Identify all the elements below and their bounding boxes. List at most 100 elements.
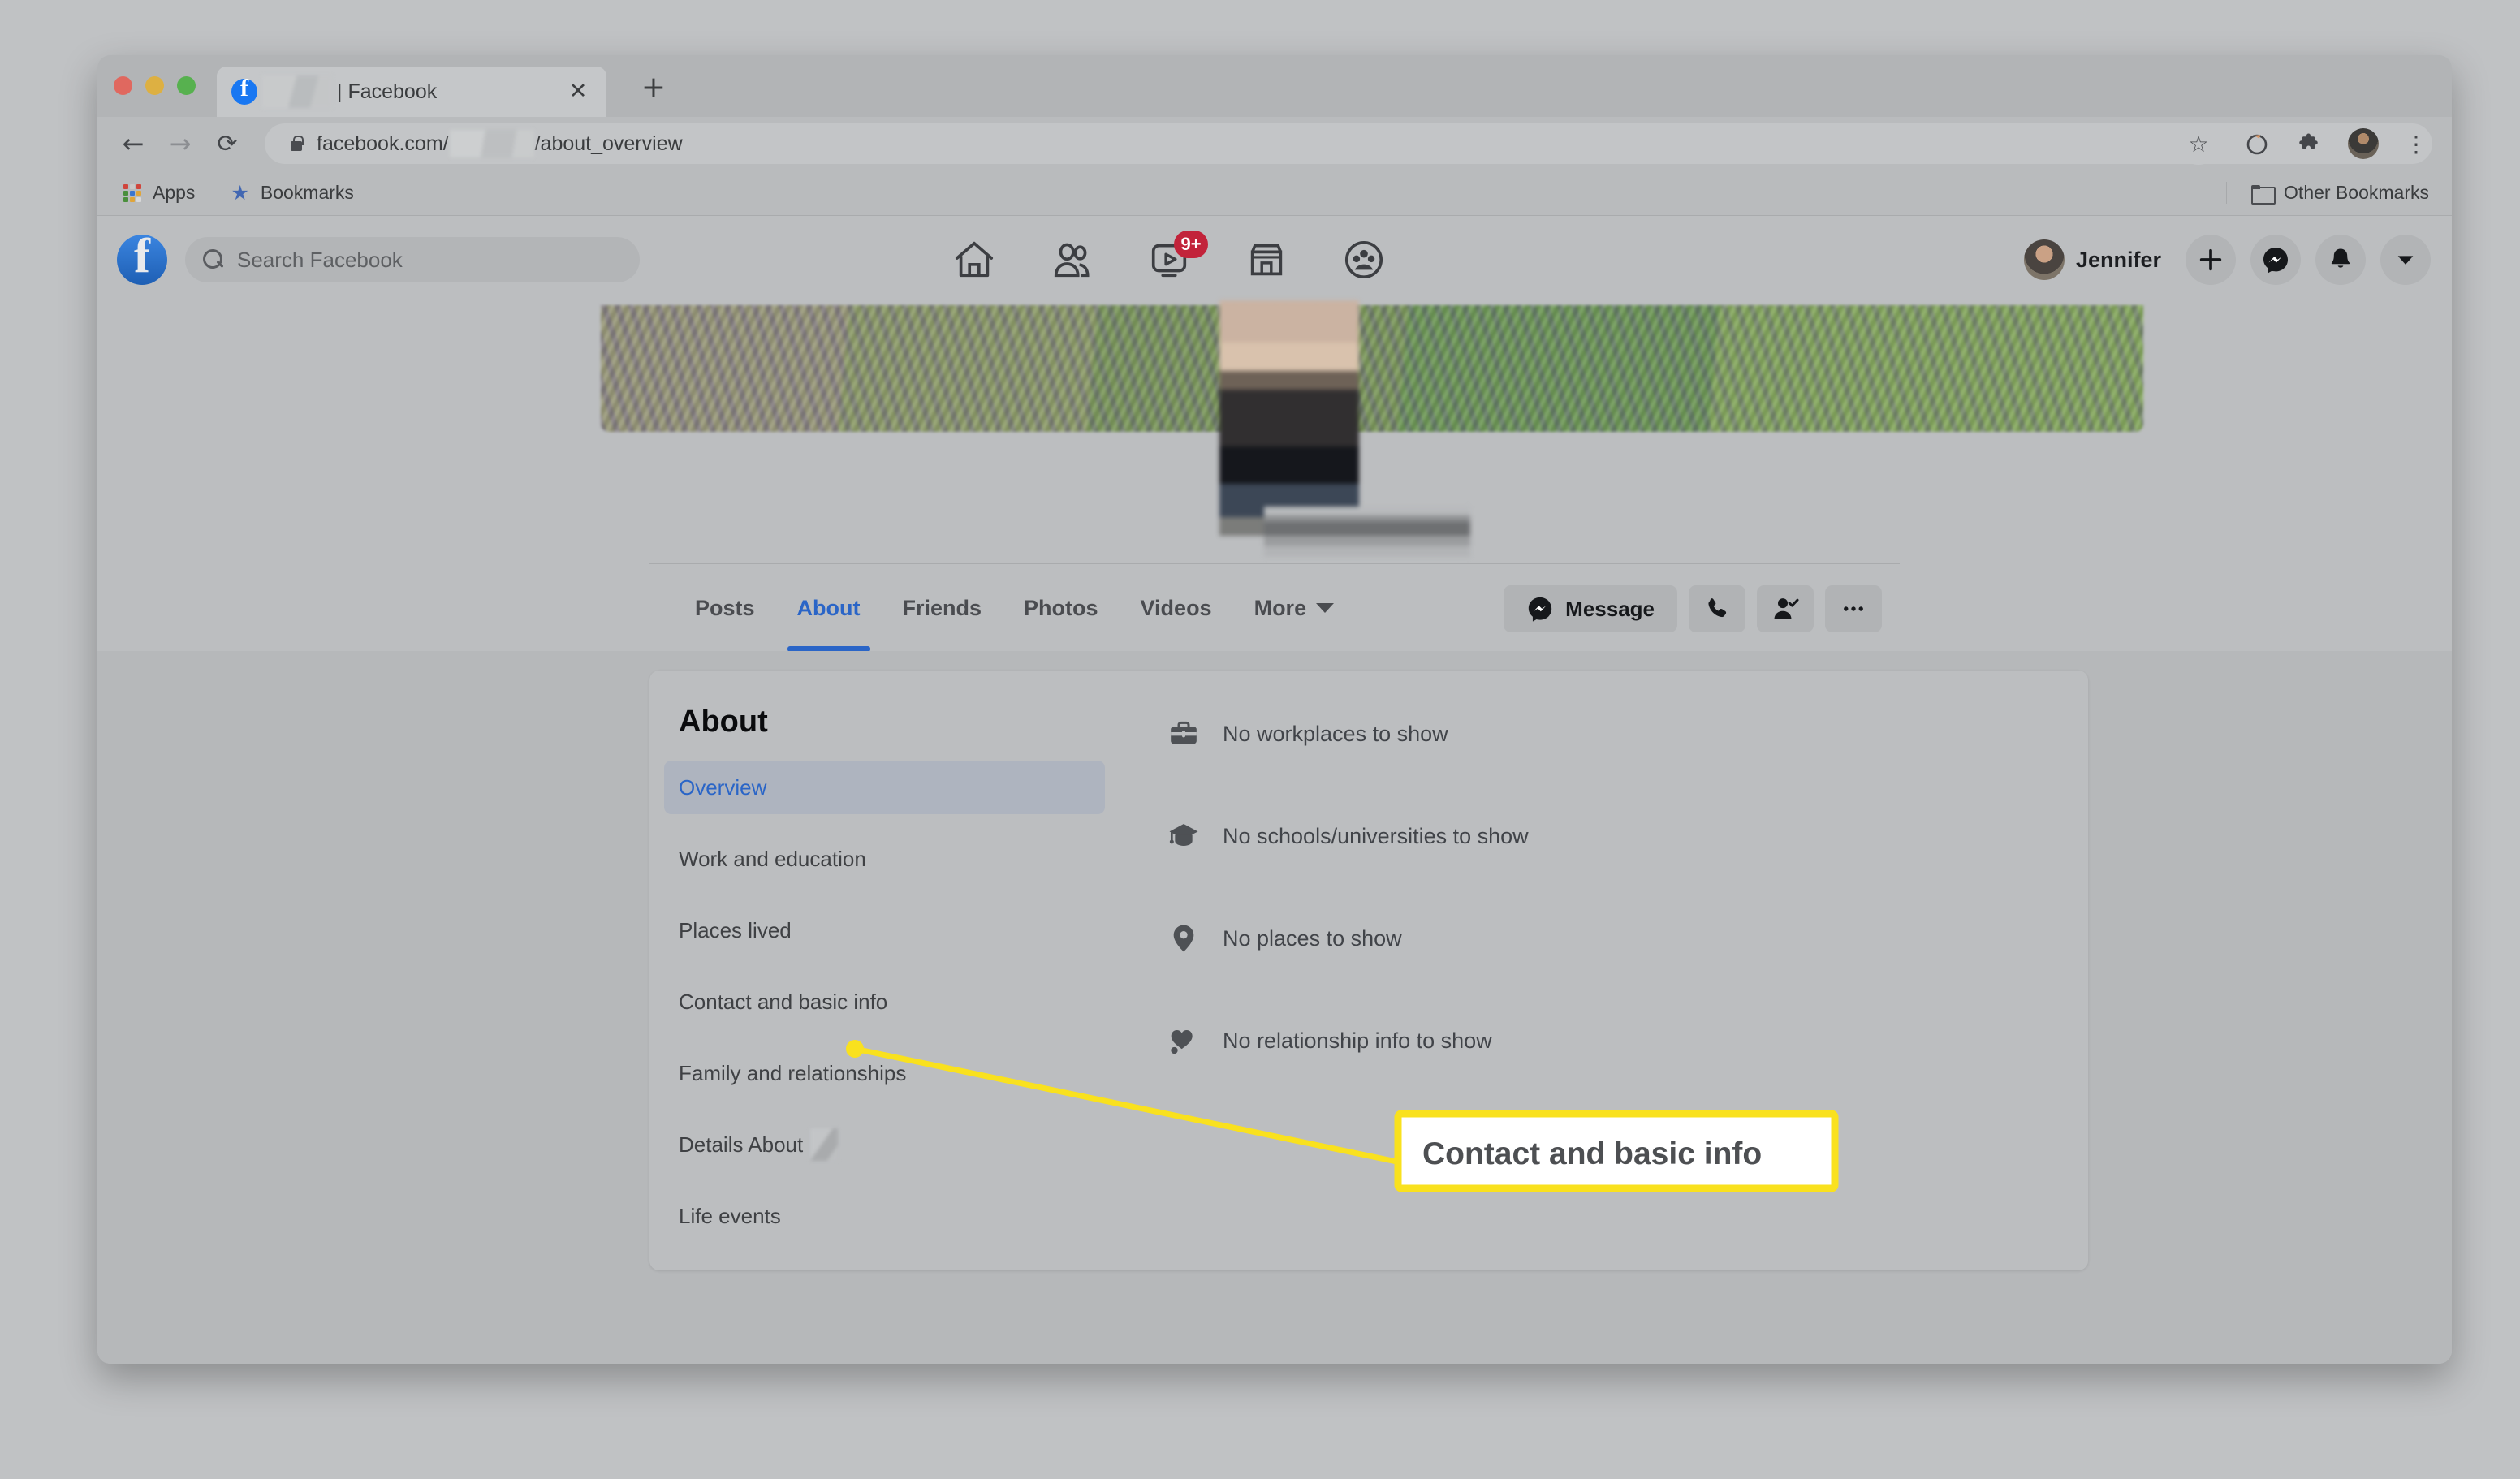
browser-menu-icon[interactable]: ⋮	[2400, 127, 2432, 160]
close-icon[interactable]: ✕	[567, 80, 589, 102]
nav-friends-button[interactable]	[1023, 216, 1120, 304]
profile-action-buttons: Message	[1504, 585, 1882, 632]
profile-photo-blurred[interactable]	[1219, 300, 1359, 536]
url-suffix: /about_overview	[534, 132, 683, 155]
info-row-text: No workplaces to show	[1223, 721, 1448, 746]
sidebar-item-life-events[interactable]: Life events	[664, 1189, 1105, 1243]
groups-icon	[1344, 240, 1383, 279]
watch-badge: 9+	[1174, 231, 1208, 258]
browser-address-bar-row: ← → ⟳ facebook.com/ /about_overview ☆ ⋮	[97, 117, 2452, 170]
more-options-button[interactable]	[1825, 585, 1882, 632]
messenger-icon	[1528, 597, 1552, 622]
url-bar[interactable]: facebook.com/ /about_overview	[265, 123, 2432, 164]
tab-posts[interactable]: Posts	[674, 564, 776, 652]
page-title: About	[679, 705, 768, 739]
back-button[interactable]: ←	[112, 123, 154, 165]
plus-icon	[2199, 248, 2222, 271]
account-menu-button[interactable]	[2380, 235, 2431, 285]
facebook-top-navbar: Search Facebook	[97, 216, 2452, 304]
notifications-button[interactable]	[2315, 235, 2366, 285]
window-traffic-lights	[114, 76, 196, 95]
bookmarks-folder-button[interactable]: ★ Bookmarks	[231, 182, 353, 204]
url-prefix: facebook.com/	[317, 132, 449, 155]
cover-photo[interactable]	[601, 305, 2143, 432]
friend-check-icon	[1774, 598, 1799, 619]
info-row-workplaces: No workplaces to show	[1166, 708, 2088, 760]
info-row-places: No places to show	[1166, 912, 2088, 964]
folder-icon	[2251, 184, 2276, 205]
tab-photos[interactable]: Photos	[1003, 564, 1120, 652]
sidebar-item-label: Work and education	[679, 846, 866, 871]
profile-name-blurred	[1264, 507, 1470, 557]
close-window-button[interactable]	[114, 76, 132, 95]
sidebar-item-family-and-relationships[interactable]: Family and relationships	[664, 1046, 1105, 1100]
facebook-favicon	[231, 75, 257, 105]
about-sidebar: About Overview Work and education Places…	[649, 671, 1120, 1270]
maximize-window-button[interactable]	[177, 76, 196, 95]
sidebar-item-contact-and-basic-info[interactable]: Contact and basic info	[664, 975, 1105, 1028]
reload-button[interactable]: ⟳	[206, 123, 248, 165]
nav-marketplace-button[interactable]	[1218, 216, 1315, 304]
search-input[interactable]: Search Facebook	[185, 237, 640, 282]
browser-profile-avatar[interactable]	[2348, 128, 2379, 159]
info-row-relationship: No relationship info to show	[1166, 1015, 2088, 1067]
account-profile-chip[interactable]: Jennifer	[2023, 239, 2161, 280]
tab-label: Posts	[695, 595, 755, 620]
facebook-page: Search Facebook	[97, 216, 2452, 1364]
sidebar-item-label: Contact and basic info	[679, 989, 888, 1014]
browser-window: | Facebook ✕ + ← → ⟳ facebook.com/ /about…	[97, 55, 2452, 1364]
profile-tabbar: Posts About Friends Photos Videos More M…	[649, 563, 1900, 652]
location-pin-icon	[1166, 921, 1202, 956]
account-name: Jennifer	[2075, 247, 2161, 272]
redacted-name	[810, 1128, 839, 1161]
message-button[interactable]: Message	[1504, 585, 1677, 632]
tab-friends[interactable]: Friends	[882, 564, 1003, 652]
sidebar-item-overview[interactable]: Overview	[664, 761, 1105, 814]
sidebar-item-label: Overview	[679, 774, 767, 800]
facebook-main-nav: 9+	[926, 216, 1413, 304]
sidebar-item-work-and-education[interactable]: Work and education	[664, 832, 1105, 886]
sidebar-item-details-about[interactable]: Details About	[664, 1118, 1105, 1171]
graduation-cap-icon	[1166, 818, 1202, 854]
messenger-button[interactable]	[2250, 235, 2301, 285]
phone-icon	[1708, 598, 1727, 618]
nav-home-button[interactable]	[926, 216, 1023, 304]
friends-button[interactable]	[1757, 585, 1814, 632]
sync-circle-icon[interactable]	[2241, 127, 2273, 160]
create-button[interactable]	[2186, 235, 2236, 285]
puzzle-icon[interactable]	[2294, 127, 2327, 160]
forward-button[interactable]: →	[159, 123, 201, 165]
new-tab-button[interactable]: +	[640, 73, 667, 102]
nav-groups-button[interactable]	[1315, 216, 1413, 304]
profile-tabs: Posts About Friends Photos Videos More	[674, 564, 1355, 652]
facebook-logo-icon[interactable]	[117, 228, 167, 285]
about-card: About Overview Work and education Places…	[649, 671, 2088, 1270]
sidebar-item-label: Places lived	[679, 917, 792, 942]
apps-button[interactable]: Apps	[123, 182, 195, 204]
other-bookmarks-label: Other Bookmarks	[2284, 182, 2429, 203]
friends-icon	[1054, 243, 1090, 278]
tab-label: Friends	[902, 595, 982, 620]
search-placeholder: Search Facebook	[237, 247, 403, 272]
sidebar-item-label: Details About	[679, 1132, 804, 1157]
apps-button-label: Apps	[153, 182, 196, 203]
call-button[interactable]	[1689, 585, 1745, 632]
tab-about[interactable]: About	[776, 564, 882, 652]
redacted-username	[449, 130, 534, 157]
sidebar-item-places-lived[interactable]: Places lived	[664, 903, 1105, 957]
sidebar-item-label: Family and relationships	[679, 1060, 907, 1085]
bookmark-star-icon[interactable]: ☆	[2177, 123, 2220, 165]
messenger-icon	[2263, 248, 2288, 274]
redacted-tab-name	[262, 75, 332, 108]
tab-videos[interactable]: Videos	[1120, 564, 1233, 652]
chevron-down-icon	[1316, 603, 1335, 613]
bell-icon	[2331, 248, 2350, 268]
browser-tab-title: | Facebook	[337, 80, 438, 103]
about-content-panel: No workplaces to show No schools/univers…	[1120, 671, 2088, 1270]
nav-watch-button[interactable]: 9+	[1120, 216, 1218, 304]
bookmarks-button-label: Bookmarks	[260, 182, 354, 203]
tab-more[interactable]: More	[1233, 564, 1356, 652]
browser-tab[interactable]: | Facebook ✕	[217, 67, 606, 117]
other-bookmarks-button[interactable]: Other Bookmarks	[2226, 182, 2429, 205]
minimize-window-button[interactable]	[145, 76, 164, 95]
